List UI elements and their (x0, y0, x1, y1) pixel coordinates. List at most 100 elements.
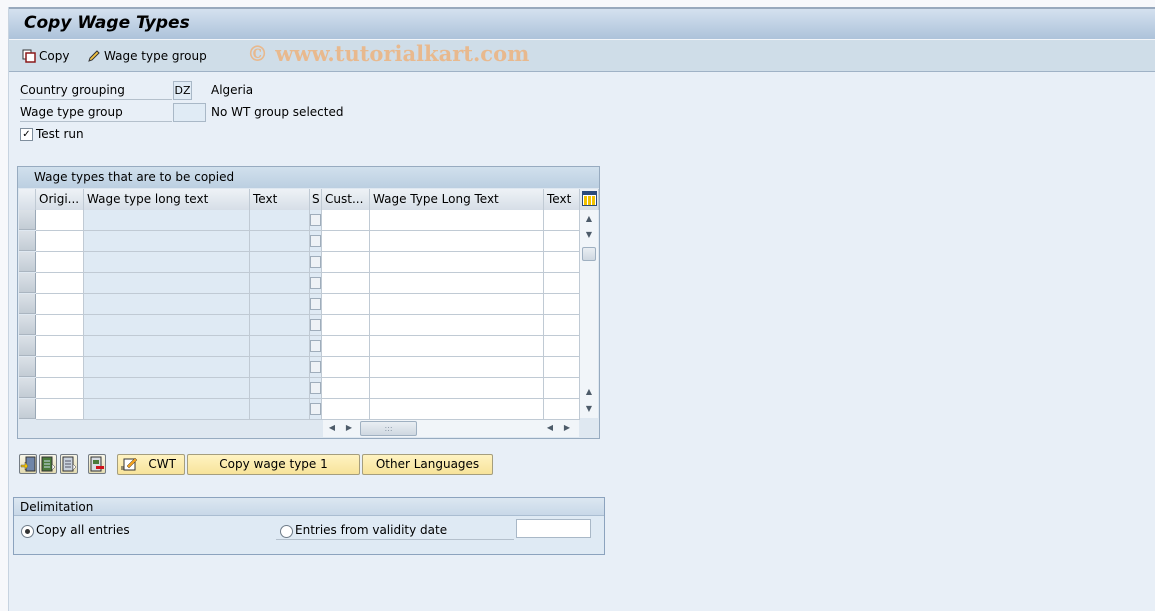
select-block-button[interactable] (39, 454, 57, 474)
table-cell[interactable] (322, 357, 370, 378)
table-cell[interactable] (544, 252, 580, 273)
table-cell[interactable] (84, 336, 250, 357)
horizontal-scrollbar[interactable]: ◀ ▶ ::: ◀ ▶ (323, 420, 579, 437)
row-checkbox[interactable] (310, 361, 321, 373)
table-cell[interactable] (36, 378, 84, 399)
table-cell[interactable] (84, 252, 250, 273)
table-cell[interactable] (544, 231, 580, 252)
table-cell[interactable] (544, 294, 580, 315)
table-cell[interactable] (544, 273, 580, 294)
table-cell[interactable] (250, 378, 310, 399)
table-cell[interactable] (310, 399, 322, 420)
table-cell[interactable] (544, 336, 580, 357)
row-selector[interactable] (19, 378, 36, 398)
table-cell[interactable] (544, 399, 580, 420)
table-cell[interactable] (36, 273, 84, 294)
column-layout-button[interactable] (580, 189, 599, 210)
vertical-scroll-thumb[interactable] (582, 247, 596, 261)
table-cell[interactable] (370, 231, 544, 252)
column-header-text[interactable]: Text (250, 189, 310, 210)
scroll-far-right-button[interactable]: ▶ (560, 421, 574, 435)
table-cell[interactable] (310, 252, 322, 273)
table-cell[interactable] (84, 273, 250, 294)
scroll-page-up-button[interactable]: ▲ (582, 385, 596, 399)
table-cell[interactable] (84, 357, 250, 378)
deselect-all-button[interactable] (60, 454, 78, 474)
select-all-button[interactable] (19, 454, 37, 474)
table-cell[interactable] (310, 315, 322, 336)
table-cell[interactable] (310, 231, 322, 252)
row-checkbox[interactable] (310, 340, 321, 352)
row-checkbox[interactable] (310, 382, 321, 394)
table-cell[interactable] (84, 399, 250, 420)
table-cell[interactable] (250, 294, 310, 315)
row-checkbox[interactable] (310, 277, 321, 289)
table-cell[interactable] (370, 336, 544, 357)
table-cell[interactable] (322, 231, 370, 252)
column-header-wage-type-long-text-2[interactable]: Wage Type Long Text (370, 189, 544, 210)
table-cell[interactable] (250, 231, 310, 252)
table-cell[interactable] (322, 210, 370, 231)
table-cell[interactable] (370, 357, 544, 378)
table-cell[interactable] (250, 336, 310, 357)
column-header-wage-type-long-text[interactable]: Wage type long text (84, 189, 250, 210)
table-cell[interactable] (322, 252, 370, 273)
select-all-rows-header[interactable] (19, 189, 36, 210)
table-cell[interactable] (250, 273, 310, 294)
table-cell[interactable] (322, 336, 370, 357)
column-header-s[interactable]: S (310, 189, 322, 210)
wage-type-group-button[interactable]: Wage type group (87, 47, 207, 65)
row-selector[interactable] (19, 273, 36, 293)
table-cell[interactable] (84, 294, 250, 315)
table-cell[interactable] (36, 231, 84, 252)
table-cell[interactable] (310, 210, 322, 231)
table-cell[interactable] (544, 315, 580, 336)
table-cell[interactable] (250, 252, 310, 273)
cwt-button[interactable]: CWT (117, 454, 185, 475)
row-checkbox[interactable] (310, 256, 321, 268)
table-cell[interactable] (370, 273, 544, 294)
scroll-right-button[interactable]: ▶ (342, 421, 356, 435)
copy-button[interactable]: Copy (22, 47, 69, 65)
table-cell[interactable] (370, 315, 544, 336)
row-selector[interactable] (19, 399, 36, 419)
table-cell[interactable] (36, 357, 84, 378)
table-cell[interactable] (250, 315, 310, 336)
table-cell[interactable] (36, 336, 84, 357)
table-cell[interactable] (36, 210, 84, 231)
table-cell[interactable] (84, 210, 250, 231)
row-selector[interactable] (19, 336, 36, 356)
table-cell[interactable] (322, 294, 370, 315)
row-checkbox[interactable] (310, 235, 321, 247)
table-cell[interactable] (370, 252, 544, 273)
table-cell[interactable] (370, 399, 544, 420)
scroll-page-down-button[interactable]: ▼ (582, 402, 596, 416)
table-cell[interactable] (36, 294, 84, 315)
column-header-customer[interactable]: Cust... (322, 189, 370, 210)
table-cell[interactable] (310, 378, 322, 399)
validity-date-input[interactable] (516, 519, 591, 538)
vertical-scrollbar[interactable]: ▲ ▼ ▲ ▼ (580, 210, 598, 418)
row-checkbox[interactable] (310, 298, 321, 310)
other-languages-button[interactable]: Other Languages (362, 454, 493, 475)
row-selector[interactable] (19, 294, 36, 314)
wage-type-group-input[interactable] (173, 103, 206, 122)
table-cell[interactable] (250, 210, 310, 231)
copy-all-entries-radio[interactable] (21, 525, 34, 538)
test-run-checkbox[interactable]: ✓ (20, 128, 33, 141)
table-cell[interactable] (322, 315, 370, 336)
row-selector[interactable] (19, 252, 36, 272)
table-cell[interactable] (310, 273, 322, 294)
table-cell[interactable] (322, 273, 370, 294)
horizontal-scroll-thumb[interactable]: ::: (360, 421, 417, 436)
table-cell[interactable] (250, 357, 310, 378)
row-checkbox[interactable] (310, 214, 321, 226)
scroll-up-button[interactable]: ▲ (582, 212, 596, 226)
column-header-text-2[interactable]: Text (544, 189, 580, 210)
country-grouping-input[interactable]: DZ (173, 81, 192, 100)
table-cell[interactable] (310, 336, 322, 357)
table-cell[interactable] (36, 399, 84, 420)
row-selector[interactable] (19, 210, 36, 230)
table-cell[interactable] (544, 378, 580, 399)
table-cell[interactable] (322, 399, 370, 420)
